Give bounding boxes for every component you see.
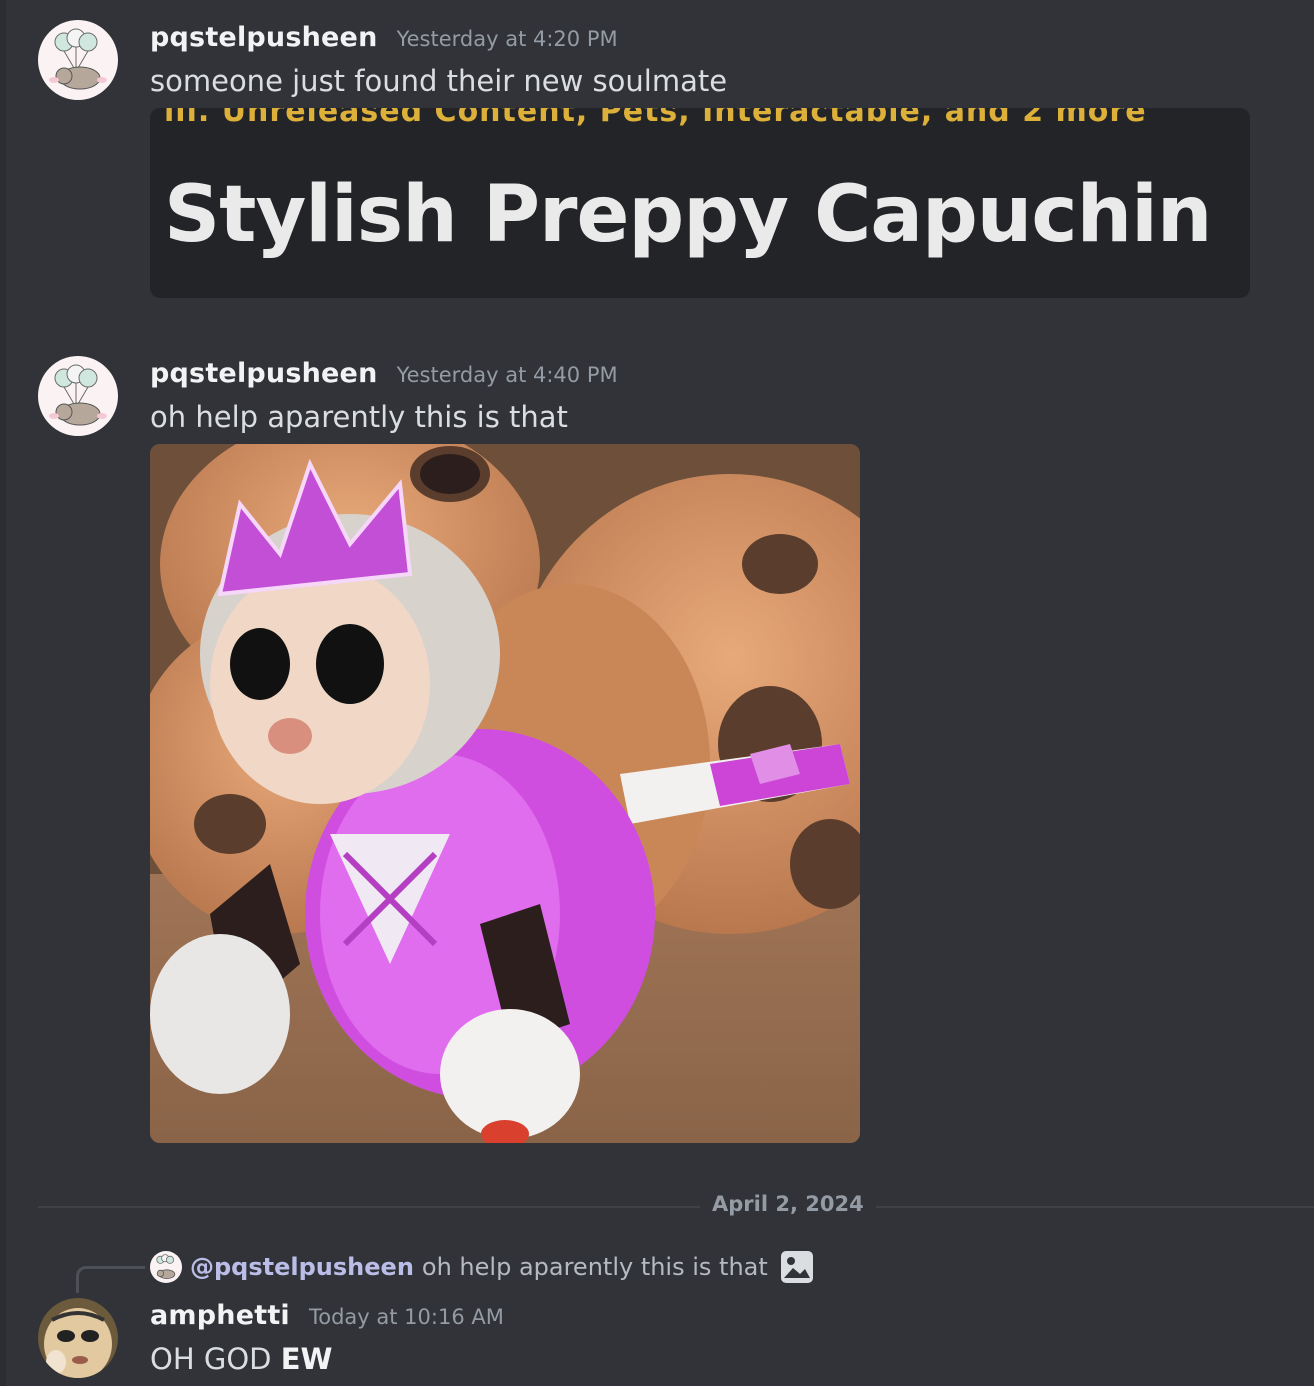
message-header: amphetti Today at 10:16 AM — [150, 1300, 504, 1331]
avatar[interactable] — [38, 20, 118, 100]
timestamp[interactable]: Yesterday at 4:40 PM — [397, 363, 618, 387]
username[interactable]: pqstelpusheen — [150, 358, 378, 389]
pusheen-avatar-icon — [38, 356, 118, 436]
reply-mention[interactable]: @pqstelpusheen — [190, 1253, 414, 1281]
date-divider-label: April 2, 2024 — [700, 1192, 876, 1216]
message-header: pqstelpusheen Yesterday at 4:20 PM — [150, 22, 618, 53]
username[interactable]: pqstelpusheen — [150, 22, 378, 53]
date-divider — [38, 1206, 1314, 1208]
reply-text[interactable]: oh help aparently this is that — [422, 1253, 768, 1281]
embedded-screenshot[interactable]: ııı. Unreleased Content, Pets, Interacta… — [150, 108, 1250, 298]
avatar[interactable] — [38, 1298, 118, 1378]
capuchin-pet-image — [150, 444, 860, 1143]
channel-left-edge — [0, 0, 6, 1386]
timestamp[interactable]: Yesterday at 4:20 PM — [397, 27, 618, 51]
embed-tags-text: ııı. Unreleased Content, Pets, Interacta… — [164, 108, 1147, 129]
reply-avatar — [150, 1251, 182, 1283]
reply-spine — [76, 1266, 145, 1293]
message-text: someone just found their new soulmate — [150, 64, 728, 98]
reply-preview[interactable]: @pqstelpusheen oh help aparently this is… — [150, 1250, 814, 1284]
embed-title-text: Stylish Preppy Capuchin — [164, 170, 1212, 260]
message-text: oh help aparently this is that — [150, 400, 568, 434]
pusheen-avatar-icon — [150, 1251, 182, 1283]
amphetti-avatar-icon — [38, 1298, 118, 1378]
message-text: OH GOD EW — [150, 1342, 333, 1376]
message-text-bold: EW — [280, 1342, 333, 1376]
message-header: pqstelpusheen Yesterday at 4:40 PM — [150, 358, 618, 389]
image-attachment[interactable] — [150, 444, 860, 1143]
avatar[interactable] — [38, 356, 118, 436]
timestamp[interactable]: Today at 10:16 AM — [309, 1305, 504, 1329]
username[interactable]: amphetti — [150, 1300, 290, 1331]
message-text-plain: OH GOD — [150, 1342, 281, 1376]
image-icon — [780, 1250, 814, 1284]
pusheen-avatar-icon — [38, 20, 118, 100]
